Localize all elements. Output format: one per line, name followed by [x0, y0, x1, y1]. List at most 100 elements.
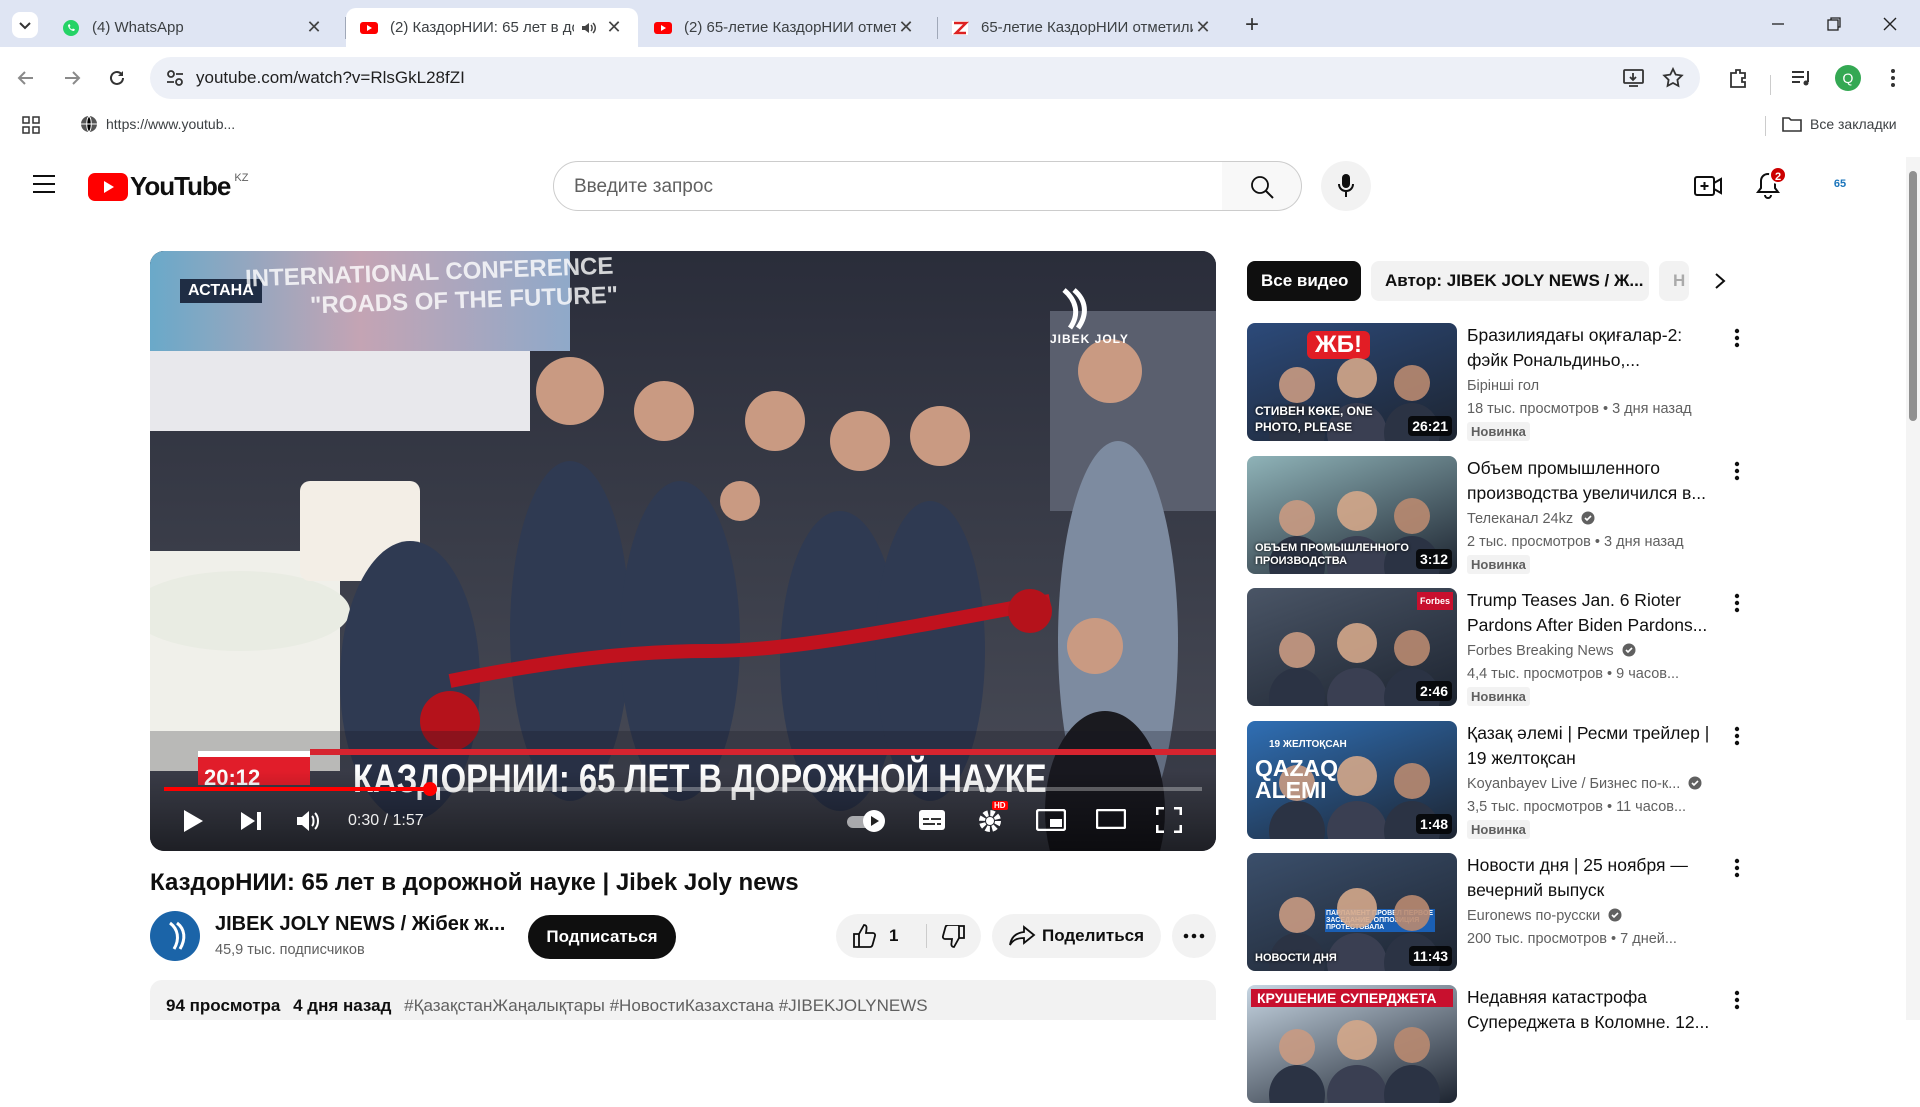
recommendation-item[interactable]: 19 ЖЕЛТОҚСАН QAZAQ ALEMI 1:48 Қазақ әлемі |…: [1247, 721, 1757, 843]
more-options-icon[interactable]: [1727, 989, 1747, 1011]
next-video-icon[interactable]: [240, 811, 262, 831]
search-input[interactable]: Введите запрос: [553, 161, 1223, 211]
restore-icon[interactable]: [1826, 16, 1842, 32]
tab-65-letie-news[interactable]: 65-летие КаздорНИИ отметили ✕: [937, 8, 1227, 47]
video-thumbnail[interactable]: КРУШЕНИЕ СУПЕРДЖЕТА: [1247, 985, 1457, 1103]
video-player[interactable]: АСТАНА INTERNATIONAL CONFERENCE "ROADS O…: [150, 251, 1216, 851]
bookmark-youtube[interactable]: https://www.youtub...: [80, 115, 235, 133]
play-icon[interactable]: [182, 809, 204, 833]
install-app-icon[interactable]: [1623, 68, 1645, 88]
miniplayer-icon[interactable]: [1036, 809, 1066, 831]
channel-name[interactable]: Телеканал 24kz: [1467, 511, 1595, 527]
profile-avatar[interactable]: Q: [1835, 65, 1861, 91]
search-placeholder: Введите запрос: [574, 176, 713, 197]
fullscreen-icon[interactable]: [1156, 807, 1182, 833]
volume-icon[interactable]: [296, 809, 322, 833]
tab-65-letie-youtube[interactable]: (2) 65-летие КаздорНИИ отметили ✕: [640, 8, 930, 47]
video-title[interactable]: Недавняя катастрофа Супереджета в Коломн…: [1467, 985, 1717, 1035]
progress-scrubber[interactable]: [422, 782, 437, 796]
tab-title: (4) WhatsApp: [92, 19, 184, 36]
chip-partial[interactable]: Н: [1659, 261, 1689, 301]
channel-label: Телеканал 24kz: [1467, 511, 1574, 527]
more-options-icon[interactable]: [1727, 327, 1747, 349]
all-bookmarks[interactable]: Все закладки: [1782, 115, 1897, 133]
recommendation-item[interactable]: КРУШЕНИЕ СУПЕРДЖЕТА Недавняя катастрофа С…: [1247, 985, 1757, 1107]
site-info-icon[interactable]: [166, 69, 184, 87]
video-thumbnail[interactable]: ПАРЛАМЕНТ ПРОВЕЛ ПЕРВОЕ ЗАСЕДАНИЕ, ОППОЗ…: [1247, 853, 1457, 971]
page-scrollbar[interactable]: [1906, 157, 1920, 1020]
create-video-icon[interactable]: [1694, 174, 1722, 198]
forward-icon[interactable]: [62, 68, 82, 88]
recommendation-item[interactable]: ОБЪЕМ ПРОМЫШЛЕННОГО ПРОИЗВОДСТВА 3:12 Объе…: [1247, 456, 1757, 578]
more-actions-button[interactable]: [1172, 914, 1216, 958]
progress-bar[interactable]: [164, 782, 1202, 796]
chips-next-button[interactable]: [1700, 261, 1740, 301]
youtube-logo[interactable]: YouTube KZ: [88, 171, 248, 202]
menu-kebab-icon[interactable]: [1890, 67, 1896, 89]
youtube-header: YouTube KZ Введите запрос 2 65: [0, 141, 1920, 231]
chip-channel[interactable]: Автор: JIBEK JOLY NEWS / Ж...: [1371, 261, 1649, 301]
account-avatar[interactable]: 65: [1824, 168, 1856, 200]
close-window-icon[interactable]: [1882, 16, 1898, 32]
minimize-icon[interactable]: [1770, 16, 1786, 32]
recommendation-item[interactable]: Forbes 2:46 Trump Teases Jan. 6 Rioter Par…: [1247, 588, 1757, 710]
address-bar[interactable]: youtube.com/watch?v=RlsGkL28fZI: [150, 57, 1700, 99]
bookmarks-bar: https://www.youtub... Все закладки: [0, 109, 1920, 141]
share-button[interactable]: Поделиться: [992, 914, 1161, 958]
channel-avatar[interactable]: [150, 911, 200, 961]
channel-name[interactable]: Forbes Breaking News: [1467, 643, 1636, 659]
video-thumbnail[interactable]: ЖБ! СТИВЕН КӨКЕ, ONE PHOTO, PLEASE 26:21: [1247, 323, 1457, 441]
channel-name[interactable]: Бірінші гол: [1467, 378, 1539, 394]
more-options-icon[interactable]: [1727, 592, 1747, 614]
hashtags[interactable]: #ҚазақстанЖаңалықтары #НовостиКазахстана…: [404, 996, 928, 1015]
like-button[interactable]: 1: [836, 914, 926, 958]
subtitles-icon[interactable]: [918, 809, 946, 831]
bookmark-star-icon[interactable]: [1662, 67, 1684, 89]
new-tab-icon[interactable]: +: [1245, 11, 1259, 39]
video-title[interactable]: Новости дня | 25 ноября — вечерний выпус…: [1467, 853, 1717, 903]
subscribe-button[interactable]: Подписаться: [528, 915, 676, 959]
settings-gear-icon[interactable]: HD: [976, 801, 1008, 835]
channel-name[interactable]: Euronews по-русски: [1467, 908, 1622, 924]
scrollbar-thumb[interactable]: [1909, 171, 1917, 421]
notifications-bell-icon[interactable]: 2: [1756, 166, 1787, 200]
chip-all-videos[interactable]: Все видео: [1247, 261, 1361, 301]
reload-icon[interactable]: [107, 68, 127, 88]
media-controls-icon[interactable]: [1790, 67, 1812, 89]
video-thumbnail[interactable]: ОБЪЕМ ПРОМЫШЛЕННОГО ПРОИЗВОДСТВА 3:12: [1247, 456, 1457, 574]
extensions-icon[interactable]: [1727, 67, 1749, 89]
channel-name[interactable]: Koyanbayev Live / Бизнес по-к...: [1467, 776, 1702, 792]
dislike-button[interactable]: [927, 914, 981, 958]
tab-whatsapp[interactable]: (4) WhatsApp ✕: [48, 8, 338, 47]
close-tab-icon[interactable]: ✕: [896, 17, 916, 38]
video-title[interactable]: Объем промышленного производства увеличи…: [1467, 456, 1717, 506]
guide-menu-icon[interactable]: [32, 174, 56, 194]
video-thumbnail[interactable]: 19 ЖЕЛТОҚСАН QAZAQ ALEMI 1:48: [1247, 721, 1457, 839]
recommendation-item[interactable]: ЖБ! СТИВЕН КӨКЕ, ONE PHOTO, PLEASE 26:21 Бр…: [1247, 323, 1757, 445]
video-title[interactable]: Қазақ әлемі | Ресми трейлер | 19 желтоқс…: [1467, 721, 1717, 771]
video-thumbnail[interactable]: Forbes 2:46: [1247, 588, 1457, 706]
channel-name[interactable]: JIBEK JOLY NEWS / Жібек ж...: [215, 913, 505, 936]
back-icon[interactable]: [16, 68, 36, 88]
speaker-icon[interactable]: [580, 19, 598, 37]
video-title[interactable]: Trump Teases Jan. 6 Rioter Pardons After…: [1467, 588, 1717, 638]
more-options-icon[interactable]: [1727, 460, 1747, 482]
more-options-icon[interactable]: [1727, 725, 1747, 747]
close-tab-icon[interactable]: ✕: [604, 17, 624, 38]
video-duration: 1:48: [1415, 814, 1452, 834]
apps-grid-icon[interactable]: [22, 116, 40, 134]
more-options-icon[interactable]: [1727, 857, 1747, 879]
theater-mode-icon[interactable]: [1096, 809, 1126, 829]
close-tab-icon[interactable]: ✕: [304, 17, 324, 38]
autoplay-play-icon: [871, 816, 879, 826]
recommendation-item[interactable]: ПАРЛАМЕНТ ПРОВЕЛ ПЕРВОЕ ЗАСЕДАНИЕ, ОППОЗ…: [1247, 853, 1757, 975]
close-tab-icon[interactable]: ✕: [1193, 17, 1213, 38]
search-button[interactable]: [1222, 161, 1302, 211]
autoplay-toggle[interactable]: [847, 810, 887, 832]
tab-search-button[interactable]: [12, 12, 38, 38]
video-title[interactable]: Бразилиядағы оқиғалар-2: фэйк Рональдинь…: [1467, 323, 1717, 373]
microphone-icon: [1338, 174, 1354, 197]
tab-kazdornii-video[interactable]: (2) КаздорНИИ: 65 лет в дорожной науке ✕: [346, 8, 638, 47]
description-box[interactable]: 94 просмотра 4 дня назад #ҚазақстанЖаңал…: [150, 980, 1216, 1020]
voice-search-button[interactable]: [1321, 161, 1371, 211]
